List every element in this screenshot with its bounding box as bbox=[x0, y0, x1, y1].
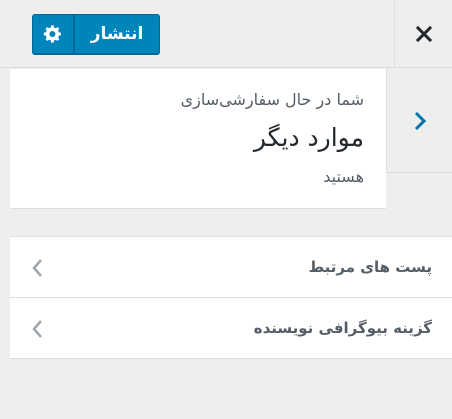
section-list: پست های مرتبط گزینه بیوگرافی نویسنده bbox=[10, 236, 452, 359]
chevron-right-icon bbox=[414, 111, 426, 130]
publish-button[interactable]: انتشار bbox=[74, 14, 160, 54]
publish-settings-button[interactable] bbox=[32, 14, 74, 54]
customizing-tail: هستید bbox=[323, 167, 364, 186]
close-customizer-button[interactable] bbox=[394, 0, 452, 68]
close-icon bbox=[415, 25, 432, 43]
section-author-bio[interactable]: گزینه بیوگرافی نویسنده bbox=[10, 298, 452, 359]
section-related-posts[interactable]: پست های مرتبط bbox=[10, 237, 452, 298]
panel-title: موارد دیگر bbox=[253, 123, 364, 152]
section-label: پست های مرتبط bbox=[308, 258, 432, 276]
gear-icon bbox=[43, 25, 61, 43]
section-label: گزینه بیوگرافی نویسنده bbox=[253, 319, 432, 337]
back-button[interactable] bbox=[386, 69, 452, 173]
panel-info: شما در حال سفارشی‌سازی موارد دیگر هستید bbox=[10, 69, 386, 209]
customizing-subtitle: شما در حال سفارشی‌سازی bbox=[180, 90, 364, 109]
chevron-left-icon bbox=[32, 320, 42, 338]
customizer-header: انتشار bbox=[0, 0, 452, 68]
chevron-left-icon bbox=[32, 259, 42, 277]
publish-button-group: انتشار bbox=[32, 14, 160, 54]
